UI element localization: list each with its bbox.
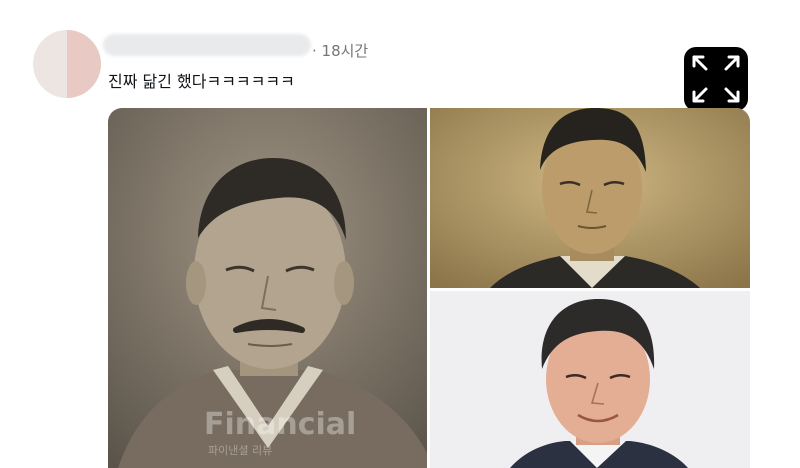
expand-button[interactable] xyxy=(684,47,748,111)
avatar[interactable] xyxy=(33,30,101,98)
media-grid: Financial 파이낸셜 리뷰 xyxy=(108,108,750,468)
media-watermark-main: Financial xyxy=(204,407,356,442)
media-image-top-right[interactable] xyxy=(430,108,750,288)
media-watermark-sub: 파이낸셜 리뷰 xyxy=(208,444,272,457)
post-timestamp[interactable]: · 18시간 xyxy=(312,40,368,61)
expand-icon xyxy=(692,55,740,103)
media-image-bottom-right[interactable] xyxy=(430,291,750,468)
post-text: 진짜 닮긴 했다ㅋㅋㅋㅋㅋㅋ xyxy=(108,72,295,91)
username-blurred[interactable] xyxy=(103,34,311,56)
media-image-left[interactable]: Financial 파이낸셜 리뷰 xyxy=(108,108,427,468)
